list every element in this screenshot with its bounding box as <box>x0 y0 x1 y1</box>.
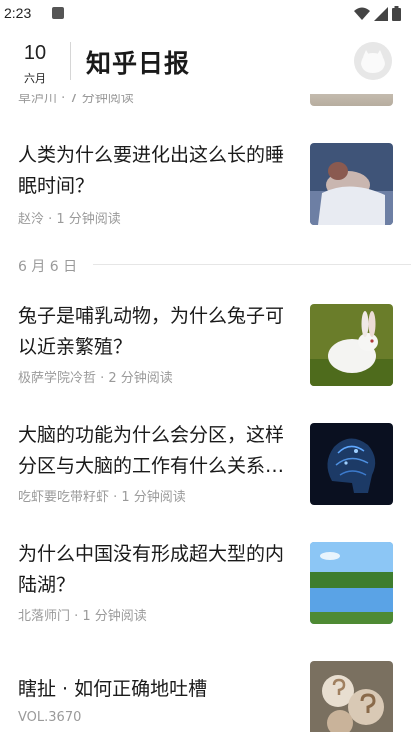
white-rabbit-thumbnail[interactable] <box>310 304 393 386</box>
digital-brain-thumbnail[interactable] <box>310 423 393 505</box>
header-divider <box>70 42 71 80</box>
header-date-day: 10 <box>23 42 47 64</box>
article-meta: 北落师门 · 1 分钟阅读 <box>18 609 147 624</box>
article-meta: 吃虾要吃带籽虾 · 1 分钟阅读 <box>18 490 186 505</box>
article-title[interactable]: 兔子是哺乳动物，为什么兔子可以近亲繁殖？ <box>18 301 294 363</box>
user-avatar-icon <box>354 42 392 80</box>
battery-icon <box>392 6 401 21</box>
page-title: 知乎日报 <box>86 49 191 78</box>
list-item[interactable]: 人类为什么要进化出这么长的睡眠时间？ 赵泠 · 1 分钟阅读 <box>0 140 411 230</box>
article-meta: VOL.3670 <box>18 710 82 725</box>
article-thumbnail[interactable] <box>310 94 393 106</box>
article-feed[interactable]: 草泸川 · 7 分钟阅读 人类为什么要进化出这么长的睡眠时间？ 赵泠 · 1 分… <box>0 94 411 732</box>
wifi-icon <box>354 7 370 20</box>
article-title[interactable]: 瞎扯 · 如何正确地吐槽 <box>18 674 294 705</box>
list-item[interactable]: 兔子是哺乳动物，为什么兔子可以近亲繁殖？ 极萨学院冷哲 · 2 分钟阅读 <box>0 301 411 391</box>
section-divider <box>93 264 411 265</box>
lake-landscape-thumbnail[interactable] <box>310 542 393 624</box>
avatar[interactable] <box>354 42 392 80</box>
article-title[interactable]: 为什么中国没有形成超大型的内陆湖？ <box>18 539 294 601</box>
question-marks-thumbnail[interactable] <box>310 661 393 732</box>
article-title[interactable]: 大脑的功能为什么会分区，这样分区与大脑的工作有什么关系… <box>18 420 294 482</box>
article-title[interactable]: 人类为什么要进化出这么长的睡眠时间？ <box>18 140 294 202</box>
sleeping-person-thumbnail[interactable] <box>310 143 393 225</box>
article-meta: 极萨学院冷哲 · 2 分钟阅读 <box>18 371 173 386</box>
header-date-month: 六月 <box>24 72 46 85</box>
status-icons <box>354 6 401 21</box>
signal-icon <box>374 6 388 21</box>
section-date: 6 月 6 日 <box>18 259 78 275</box>
article-meta: 草泸川 · 7 分钟阅读 <box>18 94 134 106</box>
article-meta: 赵泠 · 1 分钟阅读 <box>18 212 121 227</box>
list-item[interactable]: 瞎扯 · 如何正确地吐槽 VOL.3670 <box>0 660 411 732</box>
list-item[interactable]: 为什么中国没有形成超大型的内陆湖？ 北落师门 · 1 分钟阅读 <box>0 539 411 629</box>
status-bar: 2:23 <box>0 0 411 28</box>
app-header: 10 六月 知乎日报 <box>0 28 411 94</box>
status-time: 2:23 <box>4 5 32 21</box>
notification-icon <box>52 7 64 19</box>
list-item[interactable]: 大脑的功能为什么会分区，这样分区与大脑的工作有什么关系… 吃虾要吃带籽虾 · 1… <box>0 420 411 510</box>
